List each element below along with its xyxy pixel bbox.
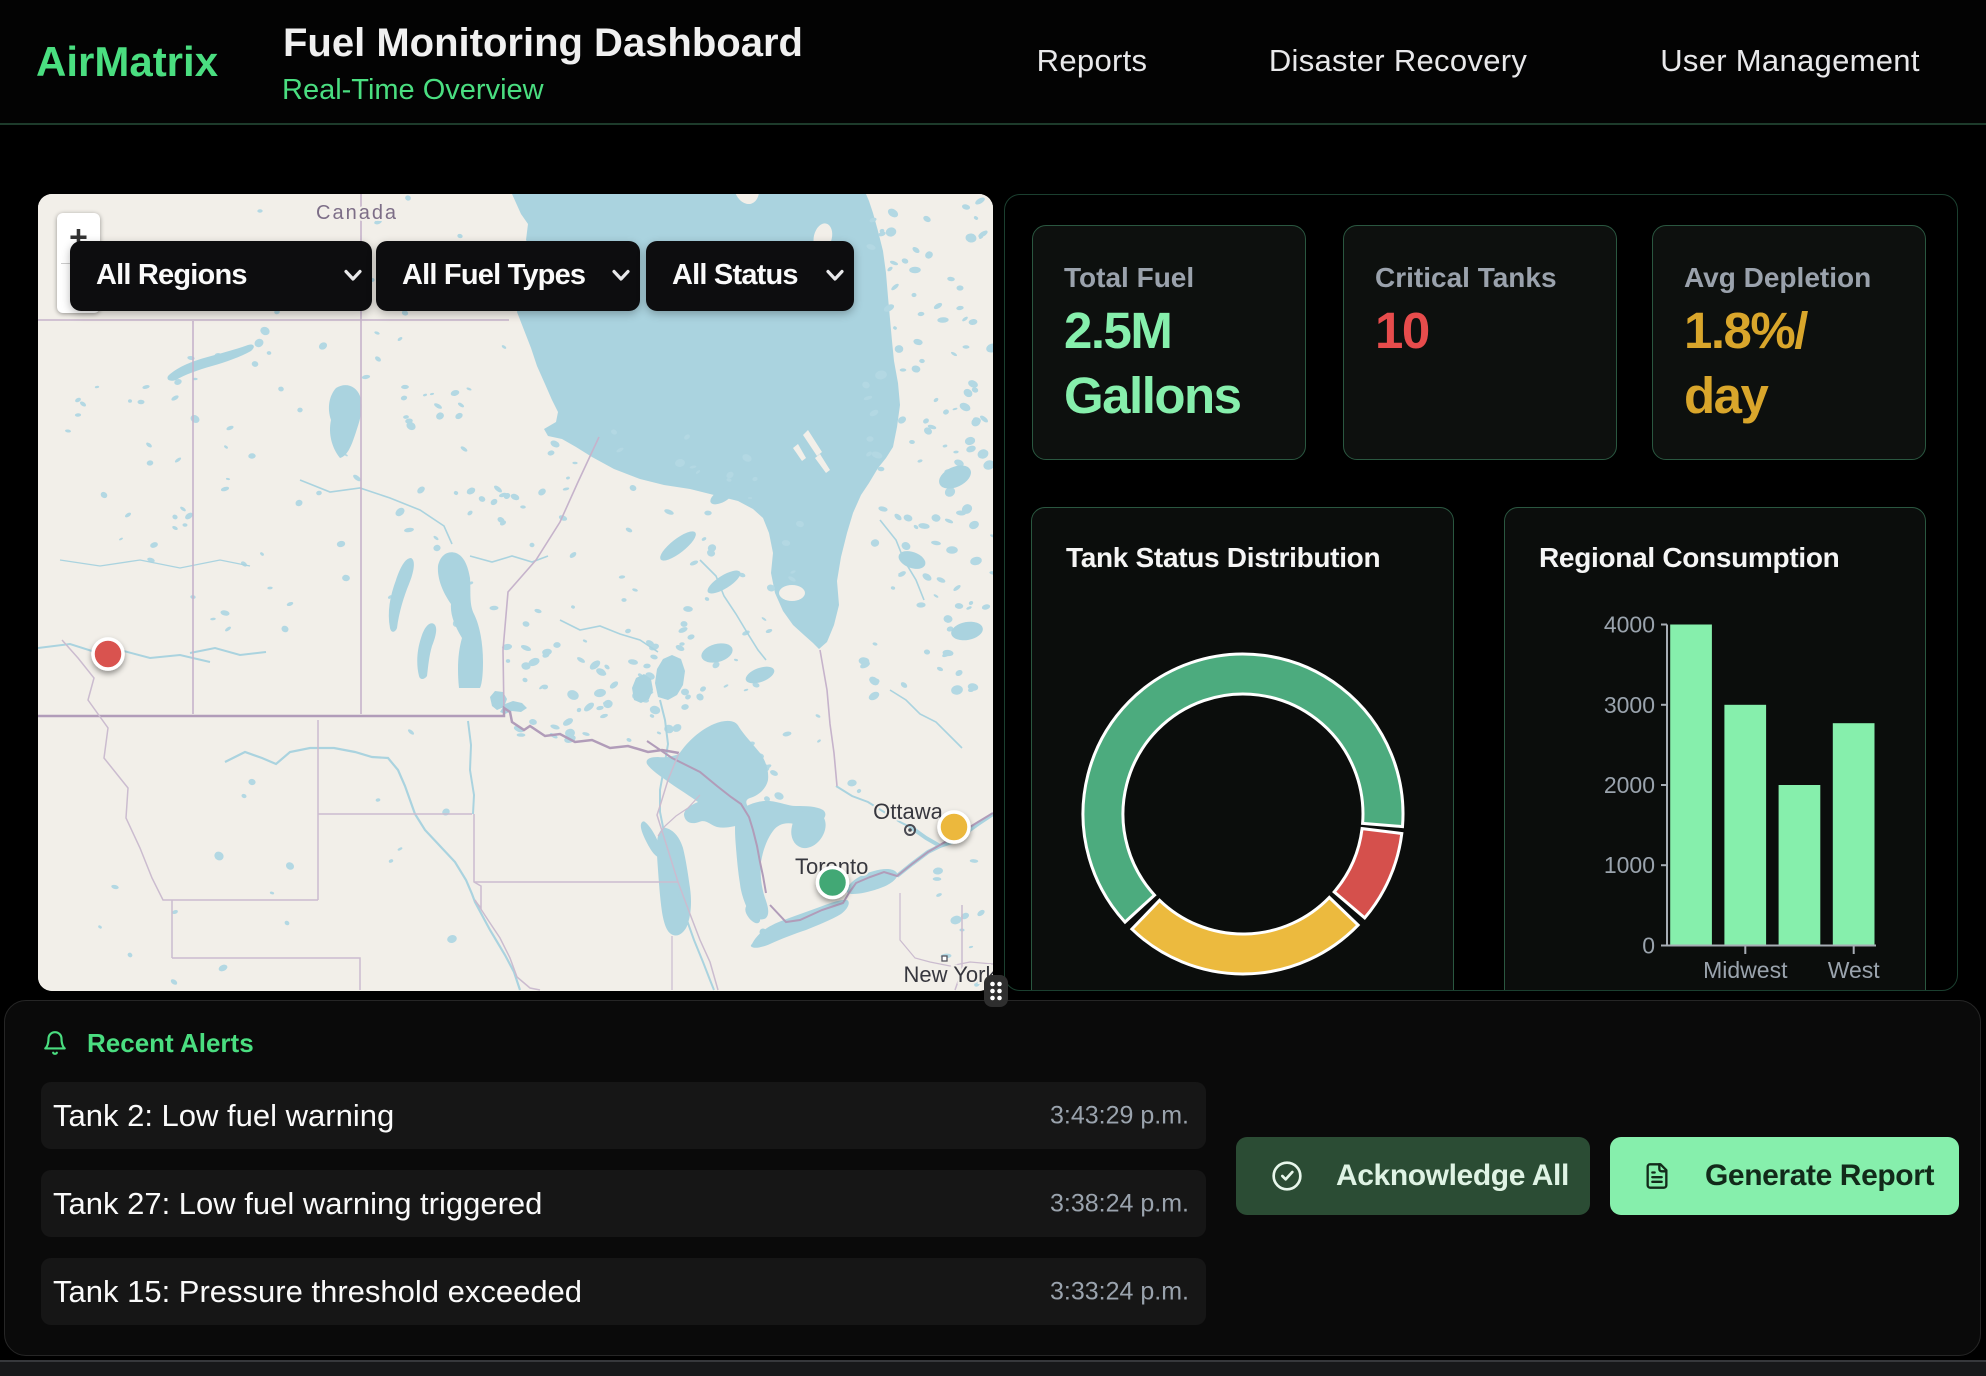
svg-text:0: 0 xyxy=(1642,933,1655,959)
svg-text:West: West xyxy=(1828,957,1881,983)
svg-text:New York: New York xyxy=(904,962,993,987)
svg-text:3000: 3000 xyxy=(1604,692,1655,718)
svg-text:1000: 1000 xyxy=(1604,852,1655,878)
svg-text:Ottawa: Ottawa xyxy=(873,799,943,824)
svg-text:4000: 4000 xyxy=(1604,612,1655,638)
svg-text:Canada: Canada xyxy=(316,202,398,224)
svg-text:2000: 2000 xyxy=(1604,772,1655,798)
svg-text:Midwest: Midwest xyxy=(1703,957,1788,983)
